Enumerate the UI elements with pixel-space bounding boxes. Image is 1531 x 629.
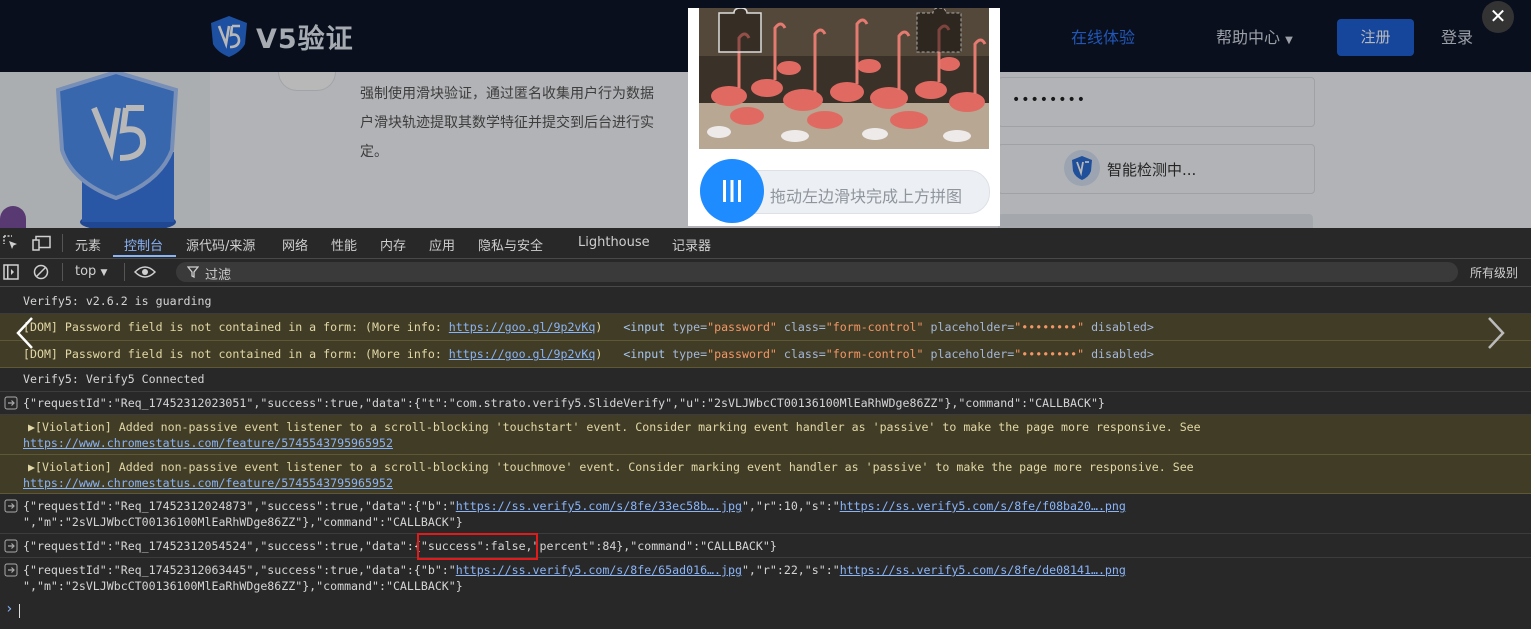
divider <box>124 263 125 281</box>
log-link[interactable]: https://www.chromestatus.com/feature/574… <box>23 476 393 490</box>
log-levels-dropdown[interactable]: 所有级别 <box>1470 264 1518 281</box>
log-text: {"requestId":"Req_17452312063445","succe… <box>23 563 1126 577</box>
console-message: {"requestId":"Req_17452312063445","succe… <box>0 558 1531 596</box>
clear-console-icon[interactable] <box>33 264 49 280</box>
log-link[interactable]: https://www.chromestatus.com/feature/574… <box>23 436 393 450</box>
console-input[interactable] <box>19 604 20 618</box>
log-text: {"requestId":"Req_17452312024873","succe… <box>23 499 1126 513</box>
slide-captcha: 拖动左边滑块完成上方拼图 <box>688 8 1000 226</box>
inspect-element-icon[interactable] <box>3 235 19 251</box>
console-message: {"requestId":"Req_17452312023051","succe… <box>0 392 1531 415</box>
highlight-annotation <box>417 533 538 560</box>
return-value-icon <box>4 539 18 553</box>
caret-down-icon: ▼ <box>100 268 108 278</box>
console-warning: [DOM] Password field is not contained in… <box>0 341 1531 368</box>
console-violation: ▶[Violation] Added non-passive event lis… <box>0 415 1531 455</box>
log-link[interactable]: https://ss.verify5.com/s/8fe/33ec58b….jp… <box>456 499 742 513</box>
flamingo-image <box>699 8 989 149</box>
attr-name: class= <box>776 320 826 334</box>
log-text: Verify5: v2.6.2 is guarding <box>23 294 212 308</box>
console-prompt-icon: › <box>5 601 14 617</box>
prev-arrow-icon[interactable] <box>14 316 36 350</box>
tab-network[interactable]: 网络 <box>282 235 308 254</box>
log-link[interactable]: https://ss.verify5.com/s/8fe/f08ba20….pn… <box>840 499 1126 513</box>
grip-icon <box>723 180 741 202</box>
log-text[interactable]: ▶[Violation] Added non-passive event lis… <box>28 420 1201 434</box>
log-segment: {"requestId":"Req_17452312063445","succe… <box>23 563 456 577</box>
attr-name: placeholder= <box>923 320 1015 334</box>
log-link[interactable]: https://ss.verify5.com/s/8fe/de08141….pn… <box>840 563 1126 577</box>
slider-handle[interactable] <box>700 159 764 223</box>
log-text[interactable]: ▶[Violation] Added non-passive event lis… <box>28 460 1194 474</box>
log-text: [DOM] Password field is not contained in… <box>23 347 1154 361</box>
attr-value: "password" <box>707 320 777 334</box>
puzzle-image <box>699 8 989 149</box>
eye-icon[interactable] <box>134 265 156 279</box>
attr-value: "form-control" <box>825 320 924 334</box>
tab-sources[interactable]: 源代码/来源 <box>186 235 255 254</box>
log-segment: [DOM] Password field is not contained in… <box>23 347 449 361</box>
return-value-icon <box>4 499 18 513</box>
log-text: Verify5: Verify5 Connected <box>23 372 205 386</box>
log-segment: ) <box>595 347 603 361</box>
console-warning: [DOM] Password field is not contained in… <box>0 314 1531 341</box>
console-message: {"requestId":"Req_17452312024873","succe… <box>0 494 1531 534</box>
next-arrow-icon[interactable] <box>1485 316 1507 350</box>
attr-name: type= <box>672 347 708 361</box>
filter-icon <box>187 266 199 278</box>
log-segment: ","r":10,"s":" <box>741 499 840 513</box>
log-text: {"requestId":"Req_17452312023051","succe… <box>23 396 1105 410</box>
console-violation: ▶[Violation] Added non-passive event lis… <box>0 455 1531 494</box>
attr-name: class= <box>776 347 826 361</box>
console-message: Verify5: Verify5 Connected <box>0 368 1531 392</box>
log-segment: ) <box>595 320 603 334</box>
log-text: ","m":"2sVLJWbcCT00136100MlEaRhWDge86ZZ"… <box>23 515 463 529</box>
attr-value: "form-control" <box>825 347 924 361</box>
log-link[interactable]: https://goo.gl/9p2vKq <box>449 320 596 334</box>
log-link[interactable]: https://goo.gl/9p2vKq <box>449 347 596 361</box>
log-segment: {"requestId":"Req_17452312024873","succe… <box>23 499 456 513</box>
return-value-icon <box>4 396 18 410</box>
attr-name: placeholder= <box>923 347 1015 361</box>
log-segment: ","r":22,"s":" <box>741 563 840 577</box>
tab-lighthouse[interactable]: Lighthouse <box>578 235 650 250</box>
device-toolbar-icon[interactable] <box>32 235 52 251</box>
divider <box>62 234 63 252</box>
devtools-tabbar: 元素 控制台 源代码/来源 网络 性能 内存 应用 隐私与安全 Lighthou… <box>0 228 1531 259</box>
divider <box>62 263 63 281</box>
console-message: Verify5: v2.6.2 is guarding <box>0 287 1531 314</box>
attr-name: disabled> <box>1084 347 1154 361</box>
log-link[interactable]: https://ss.verify5.com/s/8fe/65ad016….jp… <box>456 563 742 577</box>
sidebar-toggle-icon[interactable] <box>3 264 19 280</box>
return-value-icon <box>4 563 18 577</box>
console-message: {"requestId":"Req_17452312054524","succe… <box>0 534 1531 558</box>
dom-tag[interactable]: <input <box>623 347 672 361</box>
attr-name: type= <box>672 320 708 334</box>
log-segment: [DOM] Password field is not contained in… <box>23 320 449 334</box>
tab-recorder[interactable]: 记录器 <box>672 235 711 254</box>
tab-privacy-security[interactable]: 隐私与安全 <box>478 235 543 254</box>
tab-elements[interactable]: 元素 <box>75 235 101 254</box>
dom-tag[interactable]: <input <box>623 320 672 334</box>
tab-console[interactable]: 控制台 <box>124 235 163 254</box>
attr-value: "password" <box>707 347 777 361</box>
slider-hint: 拖动左边滑块完成上方拼图 <box>770 187 963 206</box>
close-icon[interactable]: ✕ <box>1482 1 1514 33</box>
context-selector[interactable]: top ▼ <box>75 264 107 279</box>
filter-input[interactable] <box>176 262 1458 282</box>
tab-memory[interactable]: 内存 <box>380 235 406 254</box>
log-text: ","m":"2sVLJWbcCT00136100MlEaRhWDge86ZZ"… <box>23 579 463 593</box>
active-tab-indicator <box>113 255 176 257</box>
attr-value: "••••••••" <box>1014 347 1085 361</box>
attr-name: disabled> <box>1084 320 1154 334</box>
context-label: top <box>75 264 97 279</box>
tab-application[interactable]: 应用 <box>429 235 455 254</box>
log-text: {"requestId":"Req_17452312054524","succe… <box>23 539 777 553</box>
filter-placeholder: 过滤 <box>205 268 232 283</box>
log-text: [DOM] Password field is not contained in… <box>23 320 1154 334</box>
tab-performance[interactable]: 性能 <box>331 235 357 254</box>
attr-value: "••••••••" <box>1014 320 1085 334</box>
